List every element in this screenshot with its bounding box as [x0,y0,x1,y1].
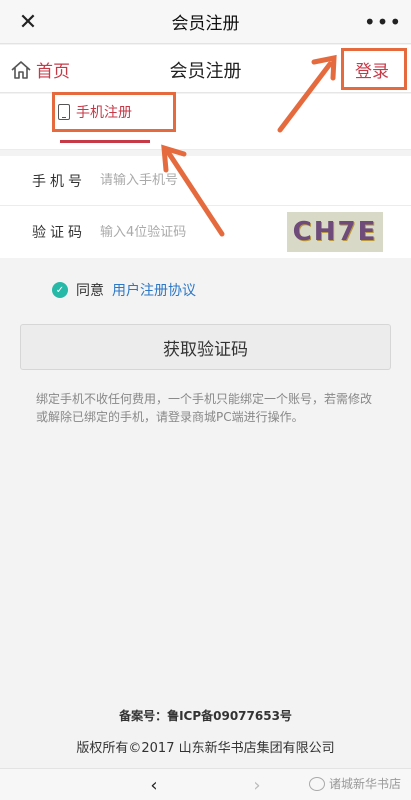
active-tab-underline [60,140,150,143]
icp-record: 备案号：鲁ICP备09077653号 [119,709,292,723]
binding-notice: 绑定手机不收任何费用，一个手机只能绑定一个账号，若需修改或解除已绑定的手机，请登… [36,392,373,424]
code-label: 验证码 [32,225,86,241]
agreement-row: ✓ 同意 用户注册协议 [52,280,196,300]
login-link[interactable]: 登录 [343,51,401,87]
forward-arrow-icon[interactable]: › [245,773,269,797]
close-icon[interactable]: ✕ [14,8,42,36]
code-row: 验证码 CH7E [0,206,411,258]
phone-label: 手机号 [32,173,86,190]
code-input[interactable] [100,224,280,240]
watermark: 诸城新华书店 [308,775,401,792]
register-form: 手机号 验证码 CH7E [0,156,411,258]
copyright-text: 版权所有©2017 山东新华书店集团有限公司 [76,741,335,756]
tab-phone-register[interactable]: 手机注册 [58,102,132,122]
get-code-button[interactable]: 获取验证码 [20,324,391,370]
phone-row: 手机号 [0,156,411,206]
phone-icon [58,104,70,120]
wechat-bottom-bar: ‹ › 诸城新华书店 [0,768,411,800]
more-menu-icon[interactable]: ••• [364,8,401,36]
checkmark-icon[interactable]: ✓ [52,282,68,298]
site-header: 首页 会员注册 登录 [0,45,411,93]
wechat-official-icon [308,776,325,791]
register-tabs: 手机注册 [0,92,411,150]
tab-phone-label: 手机注册 [76,105,132,121]
back-arrow-icon[interactable]: ‹ [142,773,166,797]
user-agreement-link[interactable]: 用户注册协议 [112,280,196,300]
wechat-title: 会员注册 [171,14,240,34]
phone-input[interactable] [100,173,280,188]
wechat-title-bar: ✕ 会员注册 ••• [0,0,411,44]
watermark-text: 诸城新华书店 [328,777,401,791]
captcha-image[interactable]: CH7E [287,212,383,252]
agree-text: 同意 [76,283,104,299]
captcha-text: CH7E [292,217,378,247]
